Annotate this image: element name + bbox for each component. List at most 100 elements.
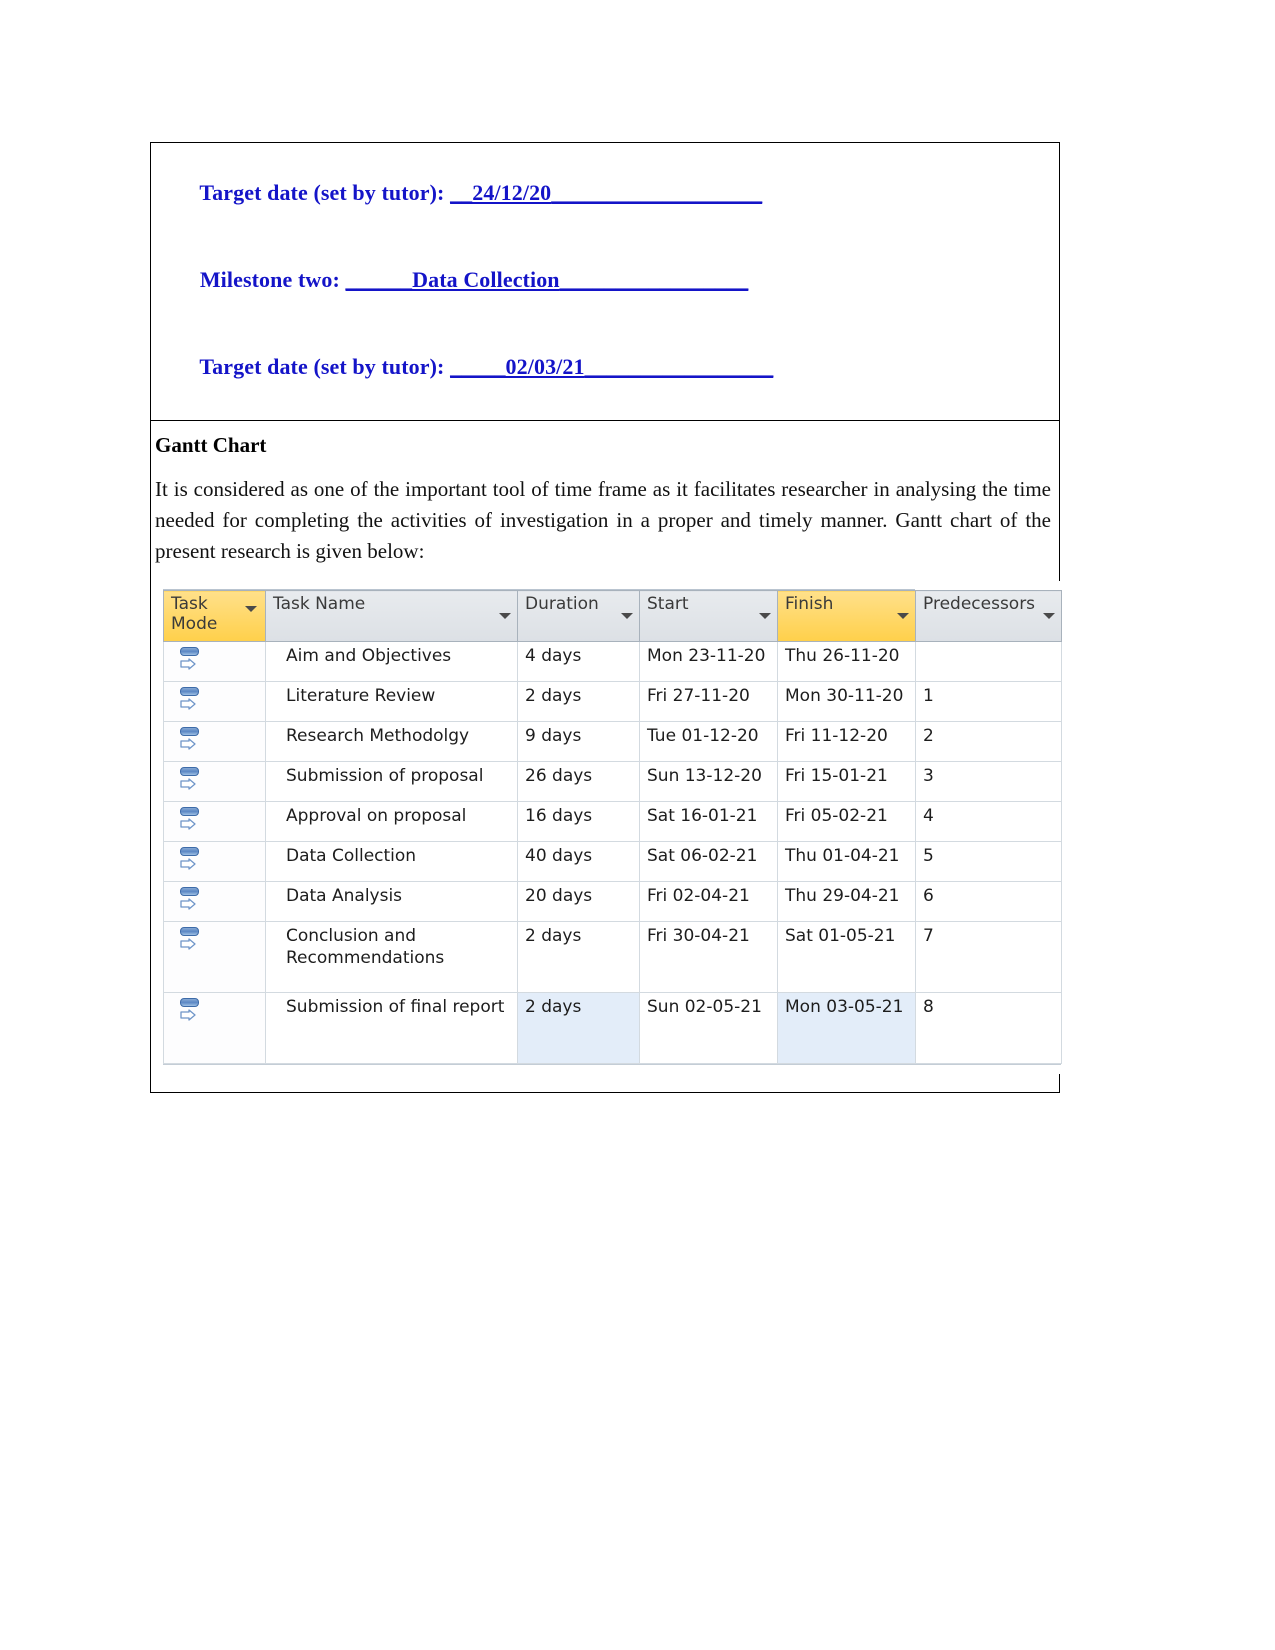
- cell-task-name[interactable]: Submission of proposal: [265, 761, 518, 803]
- cell-predecessors[interactable]: 3: [915, 761, 1062, 803]
- milestone-label-1: Target date (set by tutor):: [199, 180, 451, 205]
- ms-project-grid-screenshot: Task Mode Task Name Duration Start Finis…: [163, 581, 1062, 1075]
- cell-task-name[interactable]: Data Collection: [265, 841, 518, 883]
- table-row[interactable]: Conclusion and Recommendations 2 days Fr…: [163, 921, 1062, 994]
- cell-duration[interactable]: 2 days: [517, 992, 640, 1065]
- cell-task-mode[interactable]: [163, 641, 266, 683]
- filter-arrow-icon[interactable]: [897, 613, 909, 620]
- table-row[interactable]: Research Methodolgy 9 days Tue 01-12-20 …: [163, 721, 1062, 763]
- milestone-value-2: ______Data Collection: [345, 267, 560, 292]
- cell-predecessors[interactable]: [915, 641, 1062, 683]
- cell-task-name[interactable]: Research Methodolgy: [265, 721, 518, 763]
- cell-finish[interactable]: Mon 03-05-21: [777, 992, 916, 1065]
- cell-finish[interactable]: Sat 01-05-21: [777, 921, 916, 994]
- cell-start[interactable]: Sun 02-05-21: [639, 992, 778, 1065]
- cell-task-mode[interactable]: [163, 992, 266, 1065]
- document-frame: Target date (set by tutor): __24/12/20__…: [150, 142, 1062, 1094]
- cell-task-mode[interactable]: [163, 841, 266, 883]
- auto-scheduled-icon: [178, 806, 204, 832]
- cell-predecessors[interactable]: 2: [915, 721, 1062, 763]
- grid-top-strip: [163, 581, 915, 591]
- cell-task-mode[interactable]: [163, 801, 266, 843]
- table-row[interactable]: Literature Review 2 days Fri 27-11-20 Mo…: [163, 681, 1062, 723]
- cell-finish[interactable]: Thu 01-04-21: [777, 841, 916, 883]
- cell-predecessors[interactable]: 1: [915, 681, 1062, 723]
- cell-start[interactable]: Sat 16-01-21: [639, 801, 778, 843]
- column-header-predecessors-label: Predecessors: [923, 594, 1036, 615]
- cell-finish[interactable]: Thu 29-04-21: [777, 881, 916, 923]
- cell-finish[interactable]: Mon 30-11-20: [777, 681, 916, 723]
- cell-start[interactable]: Fri 27-11-20: [639, 681, 778, 723]
- filter-arrow-icon[interactable]: [245, 606, 257, 613]
- cell-predecessors[interactable]: 8: [915, 992, 1062, 1065]
- table-row[interactable]: Approval on proposal 16 days Sat 16-01-2…: [163, 801, 1062, 843]
- column-header-task-name[interactable]: Task Name: [265, 590, 518, 643]
- cell-predecessors[interactable]: 5: [915, 841, 1062, 883]
- cell-task-name[interactable]: Approval on proposal: [265, 801, 518, 843]
- auto-scheduled-icon: [178, 646, 204, 672]
- column-header-finish[interactable]: Finish: [777, 590, 916, 643]
- cell-duration[interactable]: 2 days: [517, 681, 640, 723]
- column-header-duration-label: Duration: [525, 594, 599, 615]
- filter-arrow-icon[interactable]: [621, 613, 633, 620]
- cell-start[interactable]: Sun 13-12-20: [639, 761, 778, 803]
- cell-start[interactable]: Sat 06-02-21: [639, 841, 778, 883]
- cell-duration[interactable]: 20 days: [517, 881, 640, 923]
- table-row[interactable]: Submission of final report 2 days Sun 02…: [163, 992, 1062, 1065]
- cell-task-name[interactable]: Aim and Objectives: [265, 641, 518, 683]
- cell-task-name[interactable]: Submission of final report: [265, 992, 518, 1065]
- cell-start[interactable]: Fri 02-04-21: [639, 881, 778, 923]
- cell-duration[interactable]: 16 days: [517, 801, 640, 843]
- cell-duration[interactable]: 9 days: [517, 721, 640, 763]
- milestone-label-3: Target date (set by tutor):: [199, 354, 451, 379]
- table-row[interactable]: Submission of proposal 26 days Sun 13-12…: [163, 761, 1062, 803]
- column-header-predecessors[interactable]: Predecessors: [915, 590, 1062, 643]
- cell-start[interactable]: Fri 30-04-21: [639, 921, 778, 994]
- cell-duration[interactable]: 26 days: [517, 761, 640, 803]
- page-title: Gantt Chart: [155, 433, 267, 457]
- cell-task-mode[interactable]: [163, 881, 266, 923]
- auto-scheduled-icon: [178, 846, 204, 872]
- cell-start[interactable]: Mon 23-11-20: [639, 641, 778, 683]
- column-header-duration[interactable]: Duration: [517, 590, 640, 643]
- cell-task-mode[interactable]: [163, 761, 266, 803]
- cell-finish[interactable]: Fri 15-01-21: [777, 761, 916, 803]
- column-header-task-mode[interactable]: Task Mode: [163, 590, 266, 643]
- filter-arrow-icon[interactable]: [499, 613, 511, 620]
- milestone-trail-1: ___________________: [551, 180, 763, 205]
- table-header-row: Task Mode Task Name Duration Start Finis…: [163, 590, 1062, 643]
- auto-scheduled-icon: [178, 686, 204, 712]
- milestone-label-2: Milestone two:: [199, 267, 346, 292]
- table-row[interactable]: Data Collection 40 days Sat 06-02-21 Thu…: [163, 841, 1062, 883]
- filter-arrow-icon[interactable]: [1043, 613, 1055, 620]
- auto-scheduled-icon: [178, 997, 204, 1023]
- milestone-line-target-date-1: Target date (set by tutor): __24/12/20__…: [151, 153, 1059, 240]
- cell-duration[interactable]: 2 days: [517, 921, 640, 994]
- auto-scheduled-icon: [178, 766, 204, 792]
- cell-duration[interactable]: 40 days: [517, 841, 640, 883]
- cell-predecessors[interactable]: 6: [915, 881, 1062, 923]
- cell-finish[interactable]: Thu 26-11-20: [777, 641, 916, 683]
- gantt-table-body: Aim and Objectives 4 days Mon 23-11-20 T…: [163, 641, 1062, 1065]
- auto-scheduled-icon: [178, 926, 204, 952]
- grid-bottom-strip: [163, 1064, 1061, 1075]
- auto-scheduled-icon: [178, 886, 204, 912]
- cell-task-name[interactable]: Literature Review: [265, 681, 518, 723]
- cell-finish[interactable]: Fri 11-12-20: [777, 721, 916, 763]
- gantt-task-table: Task Mode Task Name Duration Start Finis…: [163, 590, 1062, 1065]
- cell-duration[interactable]: 4 days: [517, 641, 640, 683]
- cell-predecessors[interactable]: 7: [915, 921, 1062, 994]
- cell-finish[interactable]: Fri 05-02-21: [777, 801, 916, 843]
- filter-arrow-icon[interactable]: [759, 613, 771, 620]
- table-row[interactable]: Data Analysis 20 days Fri 02-04-21 Thu 2…: [163, 881, 1062, 923]
- cell-task-mode[interactable]: [163, 921, 266, 994]
- cell-task-mode[interactable]: [163, 681, 266, 723]
- cell-task-mode[interactable]: [163, 721, 266, 763]
- cell-start[interactable]: Tue 01-12-20: [639, 721, 778, 763]
- milestone-line-target-date-2: Target date (set by tutor): _____02/03/2…: [151, 327, 1059, 414]
- cell-predecessors[interactable]: 4: [915, 801, 1062, 843]
- column-header-start[interactable]: Start: [639, 590, 778, 643]
- table-row[interactable]: Aim and Objectives 4 days Mon 23-11-20 T…: [163, 641, 1062, 683]
- cell-task-name[interactable]: Data Analysis: [265, 881, 518, 923]
- cell-task-name[interactable]: Conclusion and Recommendations: [265, 921, 518, 994]
